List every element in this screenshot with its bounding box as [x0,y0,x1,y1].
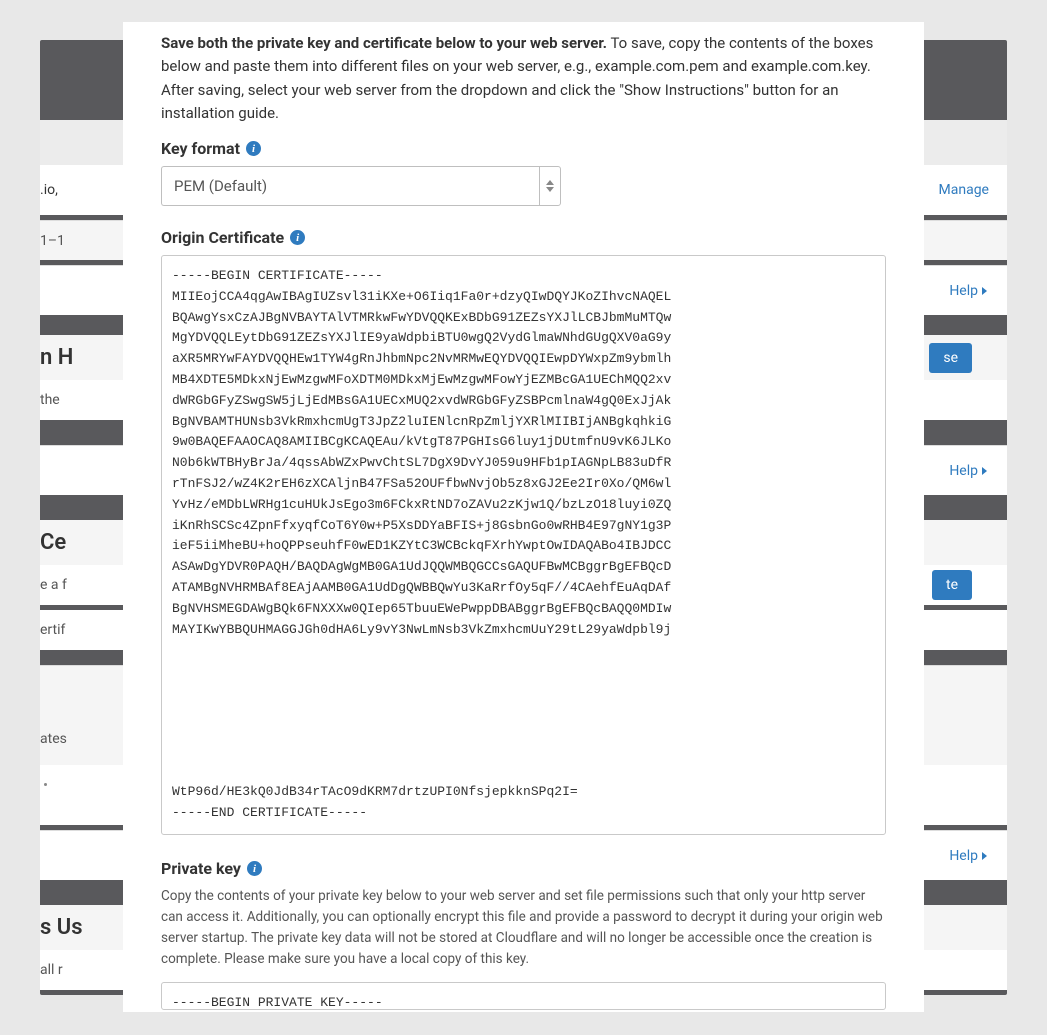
chevron-up-icon [546,180,554,185]
origin-certificate-label-text: Origin Certificate [161,228,284,247]
info-icon[interactable]: i [246,141,261,156]
certificate-text-top: -----BEGIN CERTIFICATE----- MIIEojCCA4qg… [172,266,875,640]
private-key-description: Copy the contents of your private key be… [161,886,886,970]
certificate-text-bottom: WtP96d/HE3kQ0JdB34rTAcO9dKRM7drtzUPI0Nfs… [172,782,875,824]
origin-certificate-modal: Save both the private key and certificat… [123,22,924,1012]
key-format-label-text: Key format [161,139,240,158]
modal-intro-text: Save both the private key and certificat… [161,32,886,125]
private-key-snippet: -----BEGIN PRIVATE KEY----- [172,995,383,1010]
private-key-label: Private key i [161,859,886,878]
intro-bold: Save both the private key and certificat… [161,34,607,52]
key-format-value: PEM (Default) [161,166,539,206]
key-format-select[interactable]: PEM (Default) [161,166,561,206]
private-key-textarea[interactable]: -----BEGIN PRIVATE KEY----- [161,982,886,1010]
key-format-label: Key format i [161,139,886,158]
chevron-down-icon [546,187,554,192]
info-icon[interactable]: i [290,230,305,245]
select-stepper[interactable] [539,166,561,206]
private-key-label-text: Private key [161,859,241,878]
origin-certificate-textarea[interactable]: -----BEGIN CERTIFICATE----- MIIEojCCA4qg… [161,255,886,835]
origin-certificate-label: Origin Certificate i [161,228,886,247]
modal-overlay: Save both the private key and certificat… [0,0,1047,1035]
info-icon[interactable]: i [247,861,262,876]
